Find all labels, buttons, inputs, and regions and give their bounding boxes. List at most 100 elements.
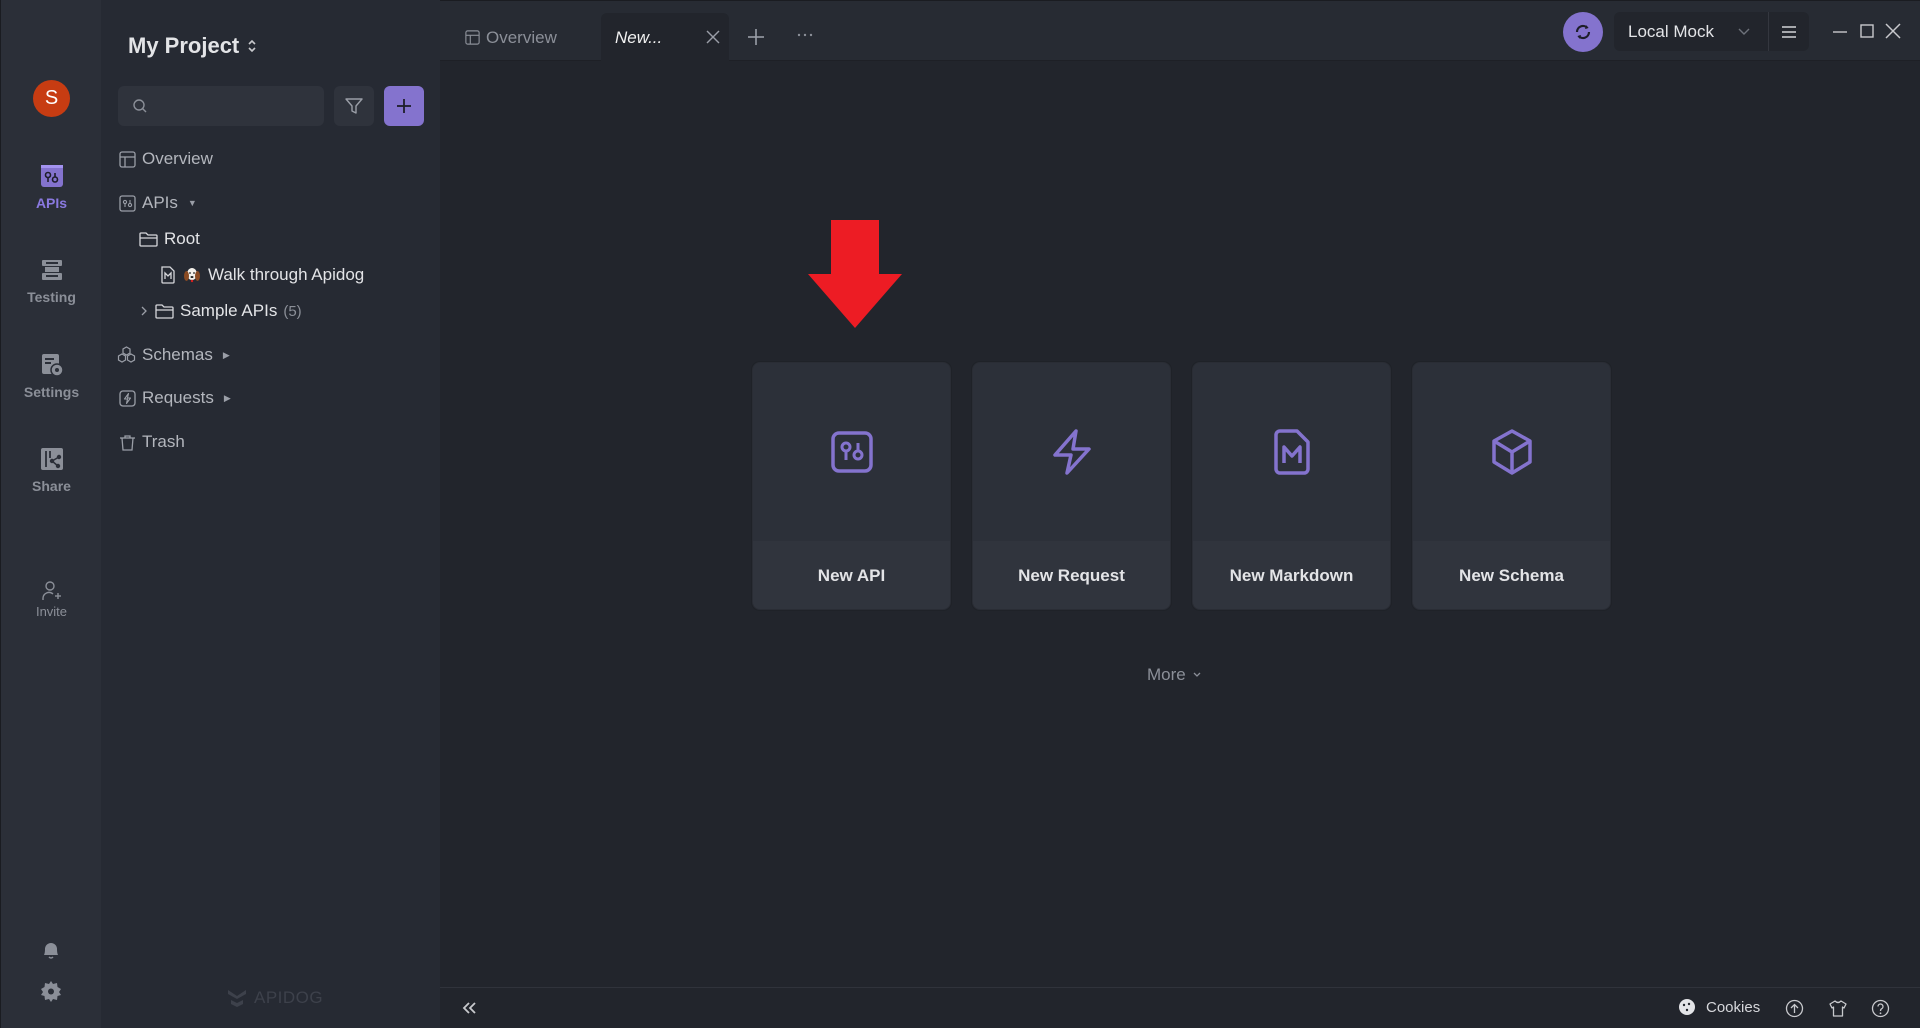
tree-item-schemas[interactable]: Schemas ▶: [117, 345, 230, 365]
rail-item-testing[interactable]: Testing: [1, 257, 102, 305]
lightning-icon: [1052, 429, 1091, 475]
rail-item-label: Settings: [23, 384, 80, 400]
search-box: [118, 86, 324, 126]
cube-icon: [1491, 429, 1532, 475]
new-api-card[interactable]: New API: [752, 362, 951, 610]
tree-item-label: APIs: [142, 193, 178, 212]
bell-icon[interactable]: [39, 938, 63, 962]
chevron-updown-icon: [248, 39, 256, 53]
upload-icon[interactable]: [1785, 999, 1804, 1018]
apidog-logo-icon: [228, 990, 246, 1007]
tree-item-label: Schemas: [142, 345, 213, 364]
sync-icon: [1575, 24, 1591, 40]
tab-bar: Overview New... Local Mock: [440, 0, 1920, 62]
environment-selected[interactable]: Local Mock: [1614, 22, 1719, 42]
help-icon[interactable]: [1871, 999, 1890, 1018]
markdown-file-icon: [161, 266, 175, 284]
rail-item-label: Share: [32, 478, 71, 494]
schemas-icon: [117, 346, 136, 363]
left-rail: S APIs Testing Settings Share Invite: [0, 0, 101, 1028]
cookie-icon: [1679, 999, 1695, 1015]
more-label: More: [1147, 665, 1186, 684]
tree-item-root[interactable]: Root: [139, 229, 200, 249]
maximize-icon[interactable]: [1857, 21, 1877, 41]
filter-button[interactable]: [334, 86, 374, 126]
card-label: New Markdown: [1193, 541, 1390, 609]
hamburger-menu-icon[interactable]: [1769, 12, 1809, 51]
cookies-label: Cookies: [1706, 998, 1761, 1016]
user-avatar[interactable]: S: [33, 80, 70, 117]
filter-icon: [345, 98, 363, 114]
tree-item-label: Overview: [142, 149, 213, 168]
tree-item-walkthrough[interactable]: Walk through Apidog: [160, 265, 364, 285]
rail-item-label: APIs: [35, 195, 68, 211]
rail-item-apis[interactable]: APIs: [1, 163, 102, 211]
markdown-icon: [1273, 429, 1310, 475]
dog-emoji-icon: [184, 268, 200, 283]
status-bar: Cookies: [440, 987, 1920, 1028]
rail-item-share[interactable]: Share: [1, 446, 102, 494]
tree-item-label: Requests: [142, 388, 214, 407]
api-icon: [830, 431, 873, 473]
red-arrow-annotation-icon: [808, 220, 902, 328]
new-request-card[interactable]: New Request: [972, 362, 1171, 610]
tree-item-overview[interactable]: Overview: [119, 149, 213, 169]
layout-icon: [119, 150, 136, 168]
shirt-icon[interactable]: [1828, 999, 1848, 1018]
add-button[interactable]: [384, 86, 424, 126]
tree-item-requests[interactable]: Requests ▶: [119, 388, 231, 408]
project-switcher[interactable]: My Project: [128, 33, 257, 59]
tree-item-label: Trash: [142, 432, 185, 451]
project-sidebar: My Project Overview APIs ▼ Root Walk thr…: [101, 0, 440, 1028]
minimize-icon[interactable]: [1830, 21, 1850, 41]
tab-label: Overview: [486, 27, 557, 47]
add-user-icon: [41, 581, 61, 600]
new-tab-plus-icon[interactable]: [747, 28, 765, 46]
sync-button[interactable]: [1563, 12, 1603, 52]
apidog-app: S APIs Testing Settings Share Invite My …: [0, 0, 1920, 1028]
card-label: New Schema: [1413, 541, 1610, 609]
collapse-sidebar-icon[interactable]: [460, 1000, 478, 1016]
tree-item-label: Walk through Apidog: [208, 265, 365, 284]
more-button[interactable]: More: [1147, 665, 1202, 685]
share-icon: [40, 448, 63, 470]
folder-icon: [139, 232, 158, 247]
more-tabs-icon[interactable]: [796, 31, 814, 39]
search-input[interactable]: [158, 86, 318, 126]
chevron-down-icon: [1193, 672, 1201, 677]
caret-right-icon: ▶: [223, 392, 231, 403]
rail-item-invite[interactable]: Invite: [1, 580, 102, 619]
close-icon[interactable]: [705, 29, 721, 45]
brand-name: APIDOG: [254, 988, 324, 1007]
project-title: My Project: [128, 33, 240, 58]
caret-down-icon: ▼: [187, 198, 197, 208]
card-label: New API: [753, 541, 950, 609]
tab-label: New...: [615, 27, 663, 47]
cookies-button[interactable]: Cookies: [1678, 998, 1760, 1016]
tree-item-apis[interactable]: APIs ▼: [119, 193, 197, 213]
settings-icon: [41, 354, 64, 377]
new-schema-card[interactable]: New Schema: [1412, 362, 1611, 610]
tree-item-label: Root: [164, 229, 200, 248]
api-icon: [119, 194, 136, 212]
chevron-right-icon[interactable]: [139, 305, 149, 317]
folder-icon: [155, 304, 174, 319]
gear-icon[interactable]: [39, 979, 63, 1003]
chevron-down-icon[interactable]: [1719, 12, 1769, 51]
tree-item-trash[interactable]: Trash: [119, 432, 185, 452]
environment-select: Local Mock: [1614, 12, 1809, 51]
trash-icon: [120, 434, 135, 451]
tab-overview[interactable]: Overview: [465, 13, 557, 62]
tree-item-sample-apis[interactable]: Sample APIs (5): [139, 301, 302, 321]
new-markdown-card[interactable]: New Markdown: [1192, 362, 1391, 610]
tab-new[interactable]: New...: [601, 13, 729, 62]
item-count: (5): [283, 302, 302, 320]
rail-item-label: Testing: [27, 289, 76, 305]
rail-item-settings[interactable]: Settings: [1, 352, 102, 400]
window-close-icon[interactable]: [1883, 21, 1903, 41]
card-label: New Request: [973, 541, 1170, 609]
layout-icon: [465, 30, 480, 45]
caret-right-icon: ▶: [222, 349, 230, 360]
search-icon: [133, 99, 147, 113]
api-icon: [40, 165, 63, 187]
